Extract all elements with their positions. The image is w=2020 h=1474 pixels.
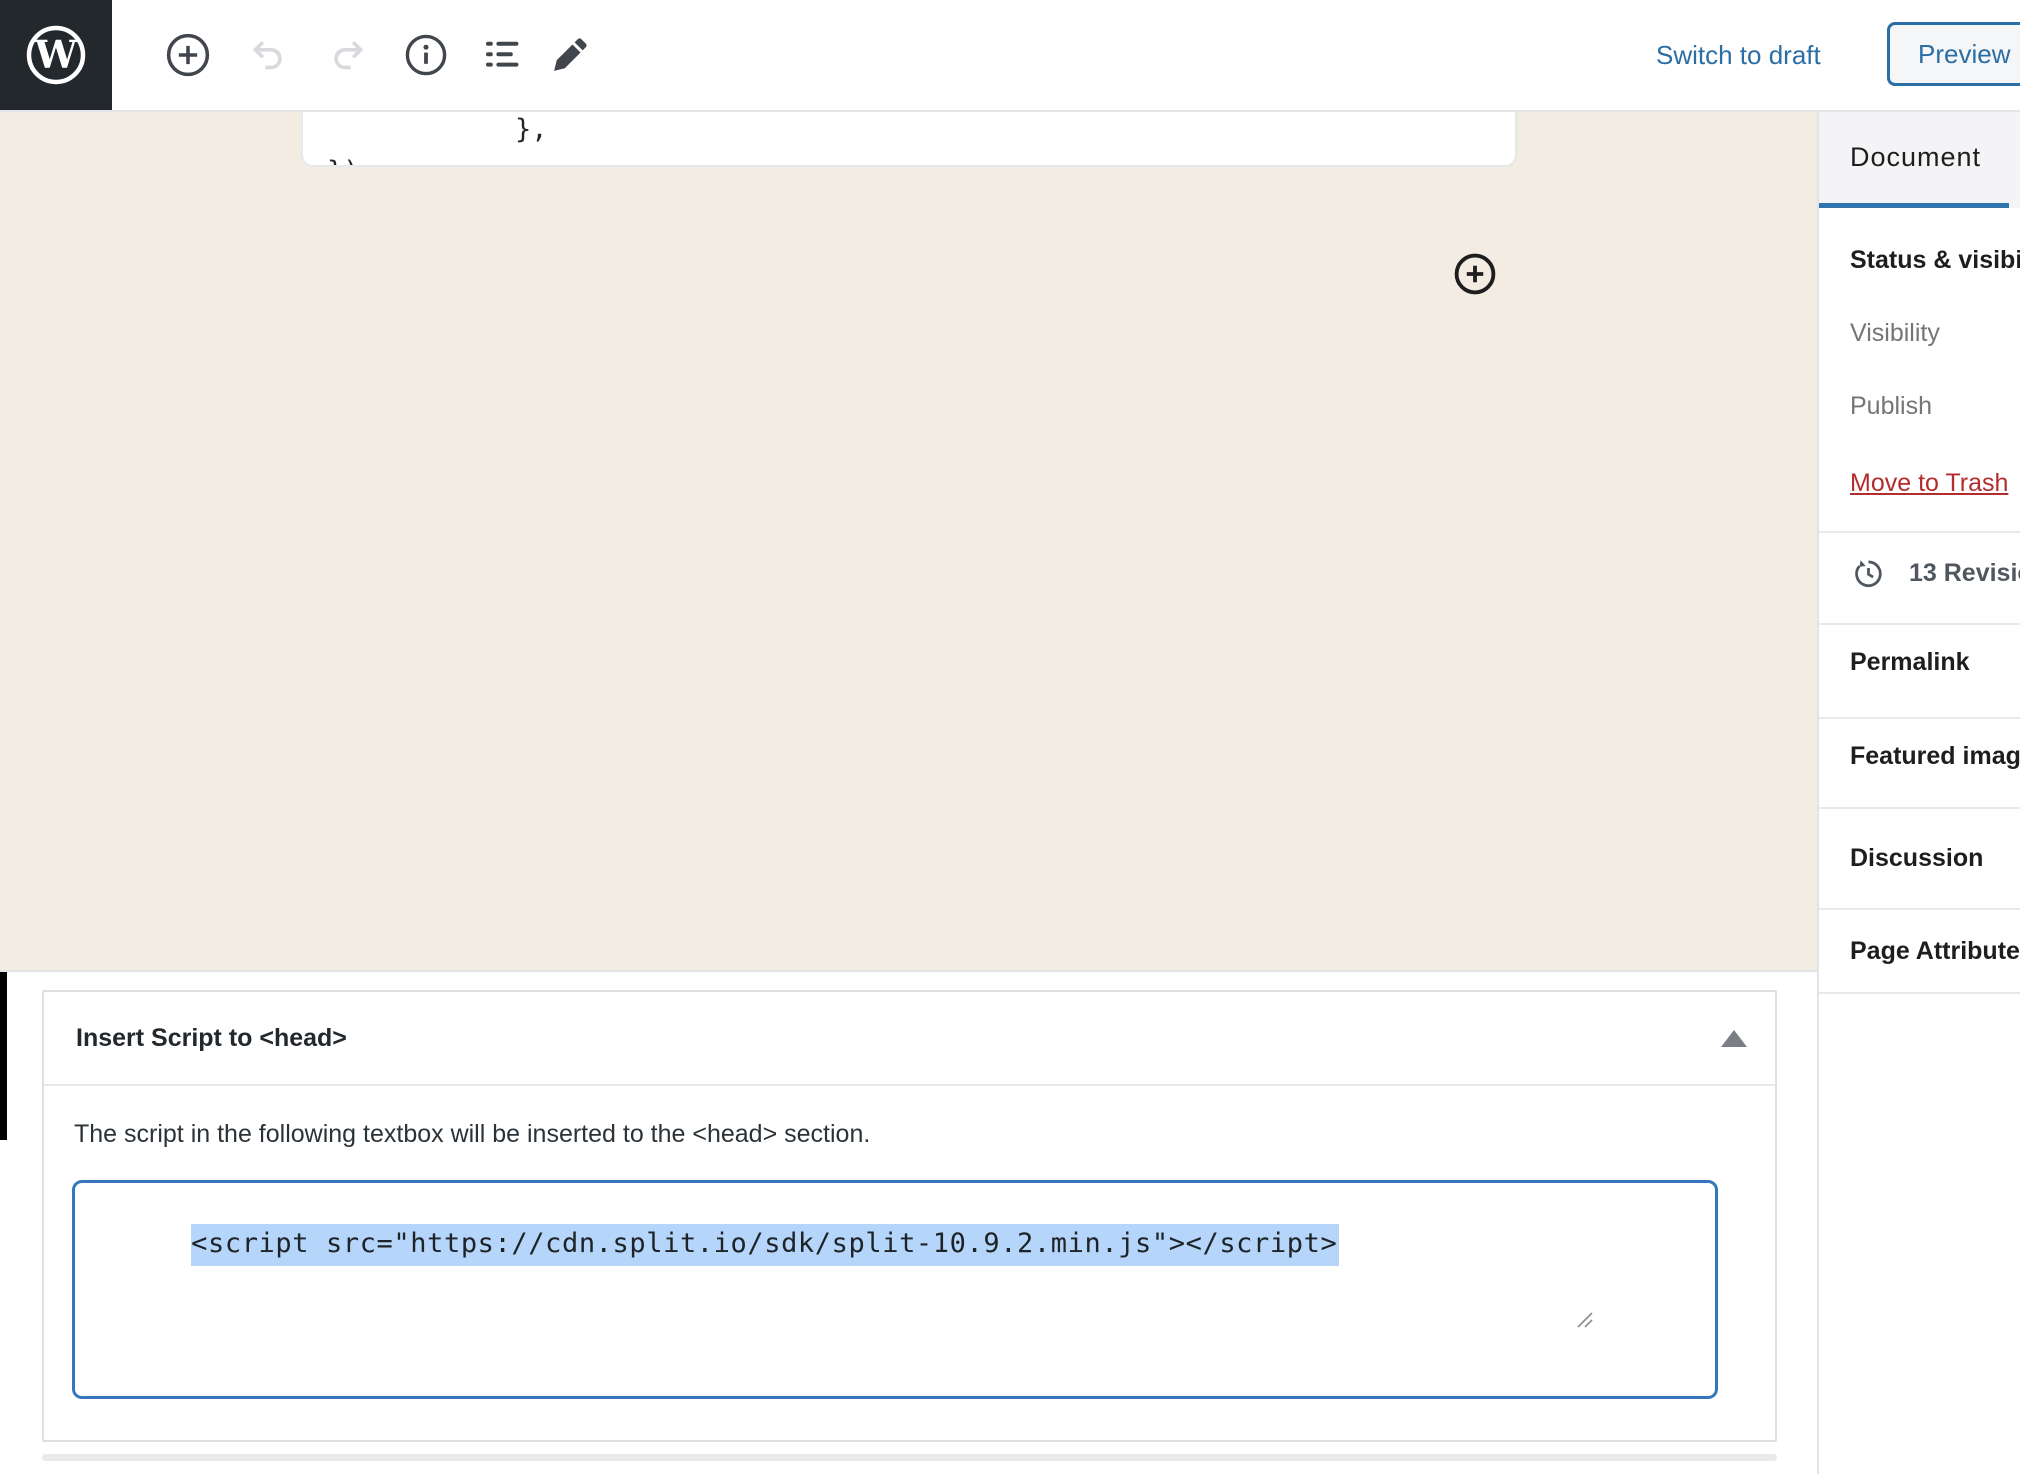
- edit-mode-button[interactable]: [542, 27, 598, 83]
- publish-label: Publish: [1850, 392, 1932, 421]
- content-structure-button[interactable]: [398, 27, 454, 83]
- wordpress-editor-page: { "header": { "switch_to_draft_label": "…: [0, 0, 2020, 1474]
- panel-title-featured-image[interactable]: Featured image: [1850, 742, 2020, 771]
- revisions-count-label: 13 Revisions: [1909, 559, 2020, 588]
- wordpress-logo-button[interactable]: W: [0, 0, 112, 110]
- metabox-collapse-button[interactable]: [1708, 1018, 1760, 1058]
- switch-to-draft-link[interactable]: Switch to draft: [1656, 0, 1821, 110]
- panel-divider: [1819, 908, 2020, 910]
- metabox-area: Insert Script to <head> The script in th…: [0, 970, 1817, 1474]
- panel-divider: [1819, 531, 2020, 533]
- textarea-resize-handle[interactable]: [1575, 1248, 1710, 1392]
- settings-sidebar: Document Status & visibility Visibility …: [1817, 112, 2020, 1474]
- move-to-trash-link[interactable]: Move to Trash: [1850, 469, 2008, 498]
- svg-text:W: W: [34, 32, 79, 77]
- panel-title-page-attributes[interactable]: Page Attributes: [1850, 937, 2020, 966]
- panel-divider: [1819, 992, 2020, 994]
- tab-document[interactable]: Document: [1850, 112, 1981, 203]
- preview-button[interactable]: Preview: [1887, 22, 2020, 86]
- next-metabox-top-edge: [42, 1454, 1777, 1461]
- info-circle-icon: [402, 31, 450, 79]
- panel-title-status-visibility[interactable]: Status & visibility: [1850, 246, 2020, 275]
- head-script-textarea[interactable]: <script src="https://cdn.split.io/sdk/sp…: [72, 1180, 1718, 1399]
- metabox-title: Insert Script to <head>: [76, 992, 347, 1084]
- plus-circle-icon: [163, 30, 213, 80]
- panel-divider: [1819, 717, 2020, 719]
- code-block[interactable]: }, }): [301, 112, 1517, 167]
- panel-title-permalink[interactable]: Permalink: [1850, 648, 1970, 677]
- undo-button[interactable]: [240, 27, 296, 83]
- editor-canvas[interactable]: }, }): [0, 112, 1817, 970]
- active-tab-underline: [1819, 203, 2009, 208]
- redo-button[interactable]: [320, 27, 376, 83]
- editor-toolbar: W: [0, 0, 2020, 112]
- list-view-icon: [478, 31, 526, 79]
- metabox-header[interactable]: Insert Script to <head>: [44, 992, 1775, 1086]
- add-block-button[interactable]: [1452, 251, 1498, 297]
- block-navigation-button[interactable]: [474, 27, 530, 83]
- panel-title-discussion[interactable]: Discussion: [1850, 844, 1983, 873]
- code-line-clipped: }): [327, 156, 360, 167]
- insert-script-metabox: Insert Script to <head> The script in th…: [42, 990, 1777, 1442]
- code-line: },: [515, 114, 548, 145]
- admin-menu-edge: [0, 972, 7, 1140]
- wordpress-logo-icon: W: [20, 19, 92, 91]
- panel-divider: [1819, 623, 2020, 625]
- sidebar-tab-bar: Document: [1819, 112, 2020, 208]
- collapse-triangle-icon: [1721, 1030, 1747, 1047]
- panel-divider: [1819, 807, 2020, 809]
- plus-circle-icon: [1452, 251, 1498, 297]
- preview-button-label: Preview: [1918, 39, 2010, 70]
- metabox-description: The script in the following textbox will…: [74, 1120, 870, 1149]
- redo-arrow-icon: [325, 32, 371, 78]
- selected-script-text: <script src="https://cdn.split.io/sdk/sp…: [191, 1224, 1339, 1266]
- visibility-label: Visibility: [1850, 319, 1940, 348]
- block-inserter-button[interactable]: [160, 27, 216, 83]
- history-clock-icon: [1850, 555, 1887, 592]
- pencil-icon: [547, 32, 593, 78]
- undo-arrow-icon: [245, 32, 291, 78]
- revisions-button[interactable]: 13 Revisions: [1850, 555, 2020, 592]
